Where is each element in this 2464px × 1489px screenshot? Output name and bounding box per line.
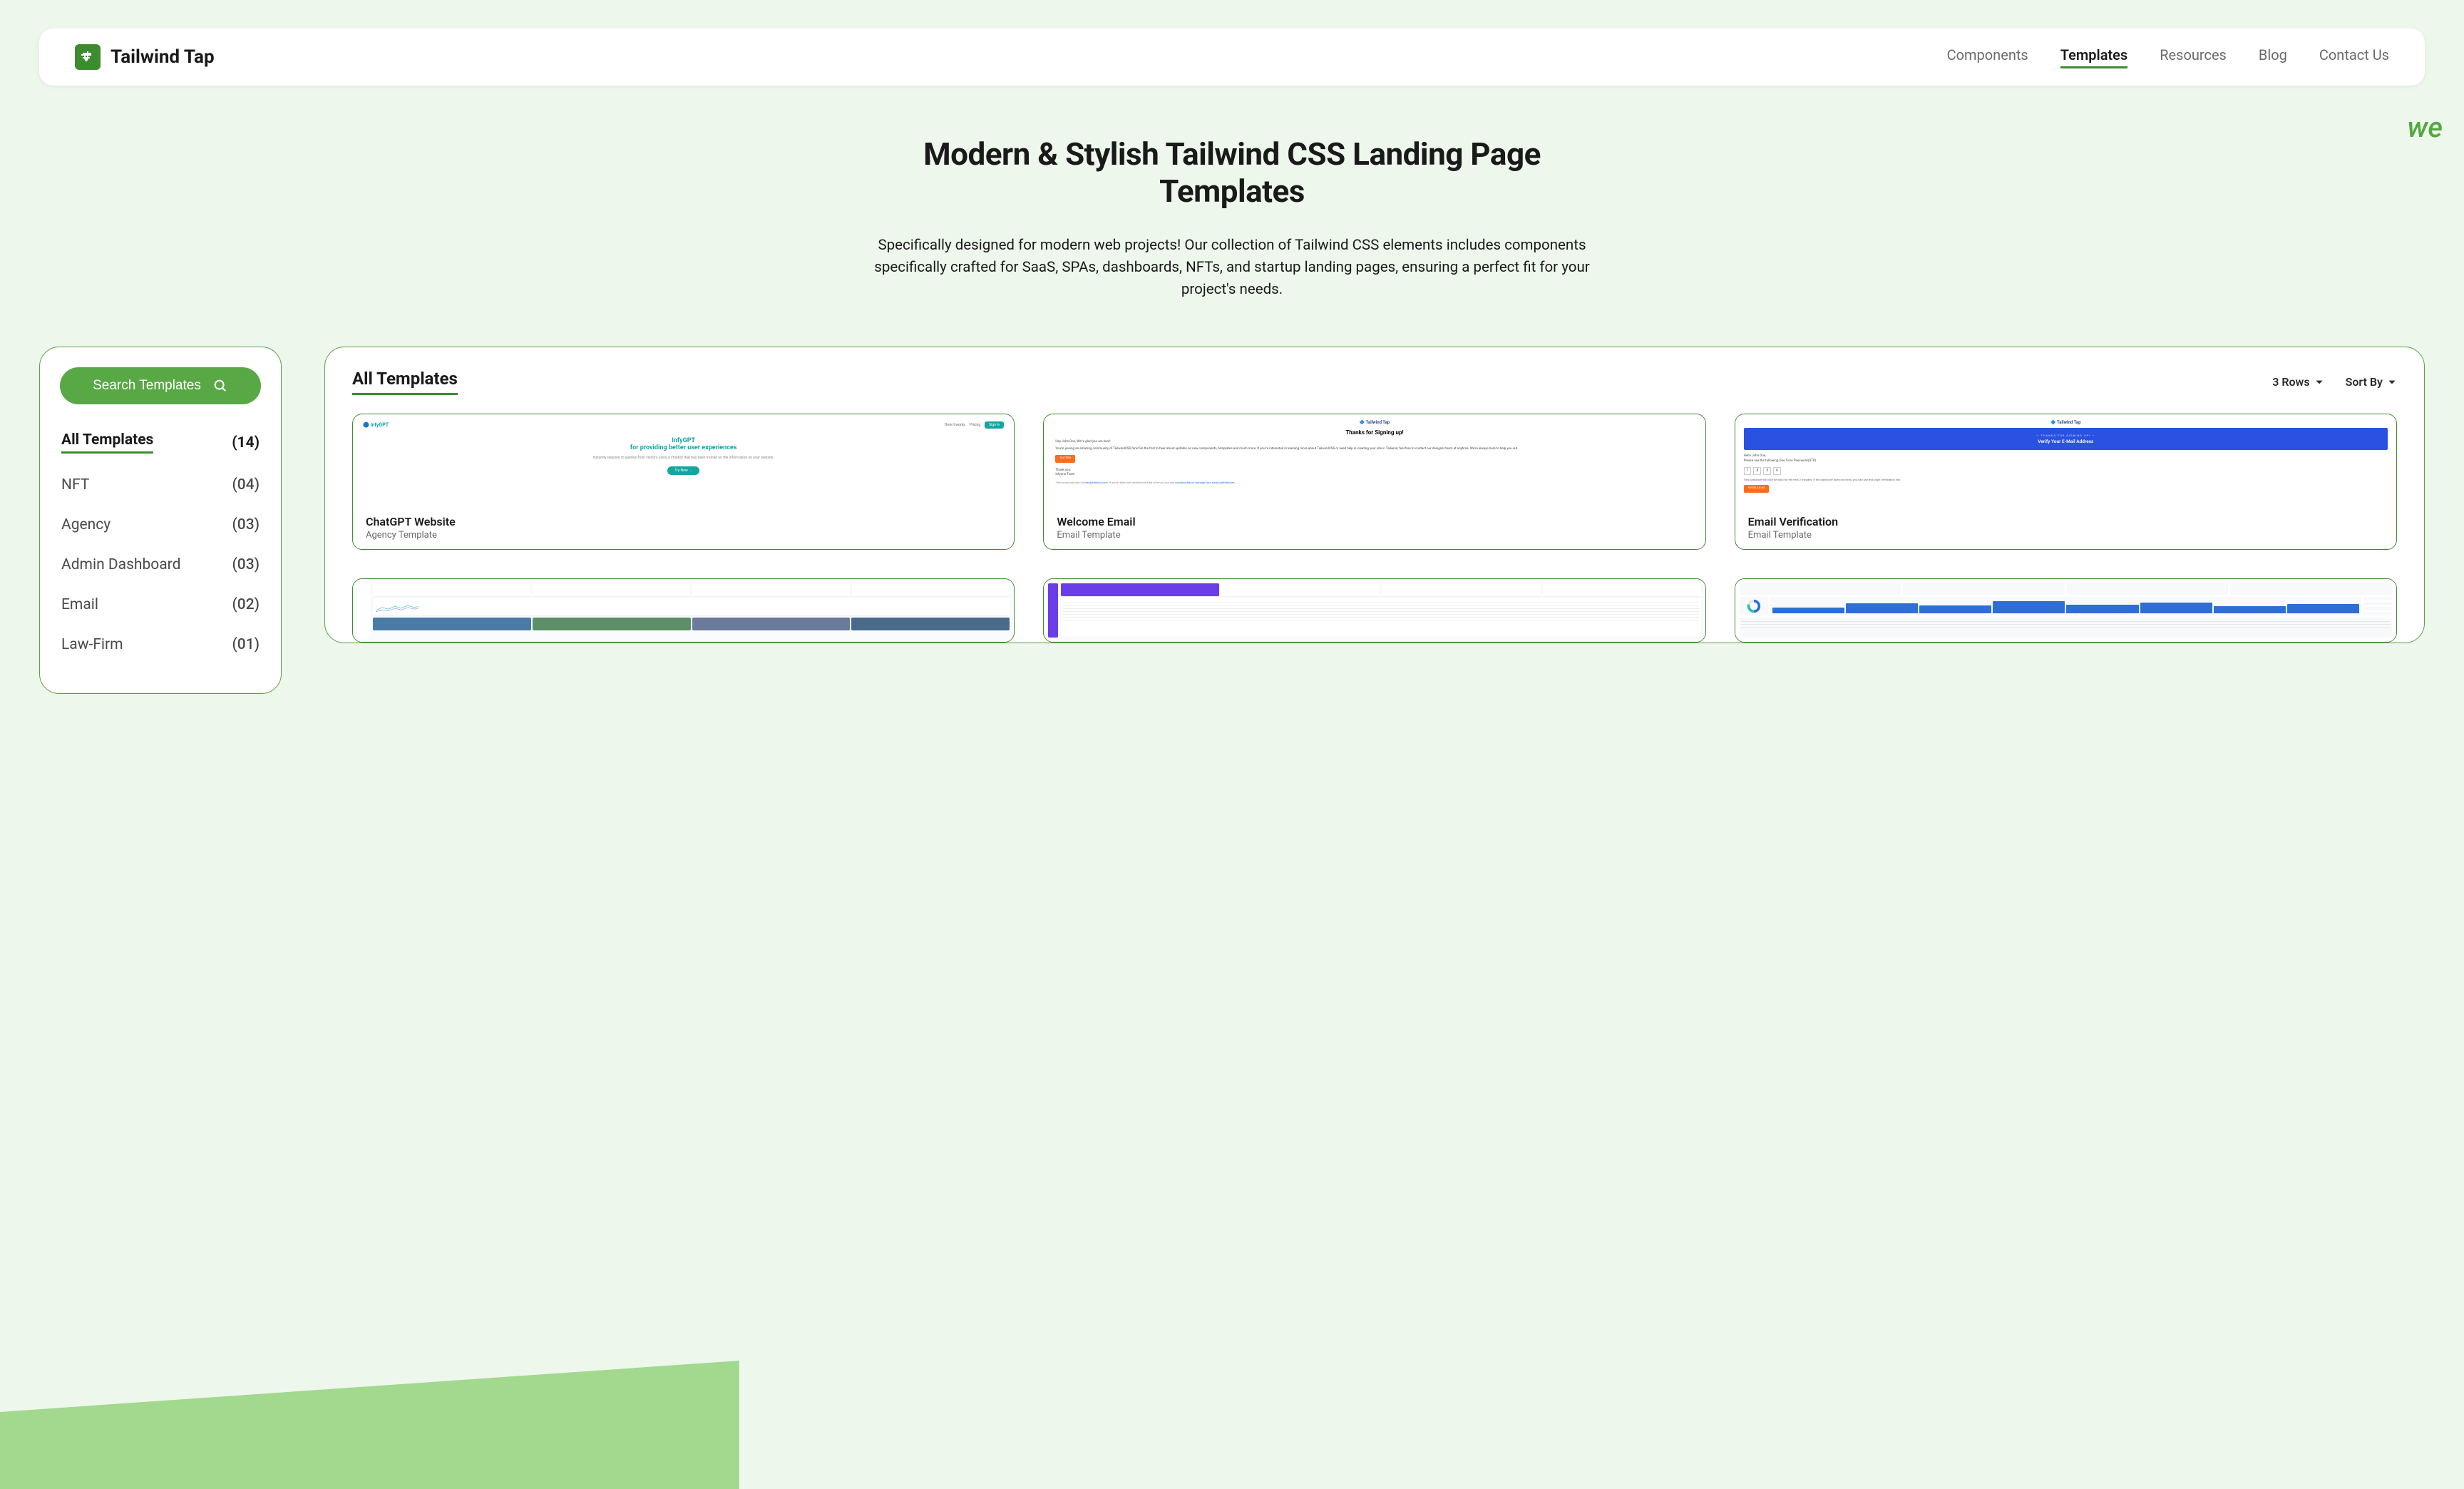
template-card[interactable]: 🔵 InfyGPT How it works Pricing Sign In I… [352,414,1015,550]
page-title: Modern & Stylish Tailwind CSS Landing Pa… [858,135,1606,210]
template-subtitle: Agency Template [366,530,1001,541]
category-agency[interactable]: Agency (03) [60,505,261,545]
chevron-down-icon [2314,377,2324,387]
category-email[interactable]: Email (02) [60,585,261,625]
template-grid: 🔵 InfyGPT How it works Pricing Sign In I… [352,414,2397,643]
category-law-firm[interactable]: Law-Firm (01) [60,625,261,665]
search-label: Search Templates [93,378,201,394]
nav-templates[interactable]: Templates [2060,46,2127,68]
nav-resources[interactable]: Resources [2160,46,2227,68]
nav-contact[interactable]: Contact Us [2319,46,2389,68]
category-nft[interactable]: NFT (04) [60,465,261,505]
panel-header: All Templates 3 Rows Sort By [352,369,2397,395]
chevron-down-icon [2387,377,2397,387]
template-preview: 🔷 Tailwind Tap — THANKS FOR SIGNING UP! … [1735,414,2396,508]
page-subtitle: Specifically designed for modern web pro… [858,235,1606,300]
search-button[interactable]: Search Templates [60,367,261,404]
template-preview: 🔷 Tailwind Tap Thanks for Signing up! He… [1044,414,1705,508]
template-card[interactable] [352,578,1015,643]
template-card[interactable] [1735,578,2397,643]
faucet-icon [75,44,101,70]
template-preview [1044,579,1705,642]
template-title: Email Verification [1748,515,2383,528]
template-subtitle: Email Template [1748,530,2383,541]
template-card[interactable]: 🔷 Tailwind Tap — THANKS FOR SIGNING UP! … [1735,414,2397,550]
nav-links: Components Templates Resources Blog Cont… [1947,46,2389,68]
panel-controls: 3 Rows Sort By [2272,375,2397,389]
logo[interactable]: Tailwind Tap [75,44,215,70]
decorative-text: we [2407,111,2443,144]
template-preview: 🔵 InfyGPT How it works Pricing Sign In I… [353,414,1014,508]
template-title: ChatGPT Website [366,515,1001,528]
navbar: Tailwind Tap Components Templates Resour… [39,29,2425,86]
template-subtitle: Email Template [1057,530,1692,541]
sort-selector[interactable]: Sort By [2346,375,2397,389]
category-all[interactable]: All Templates (14) [60,420,261,465]
template-card[interactable]: 🔷 Tailwind Tap Thanks for Signing up! He… [1043,414,1705,550]
sidebar: Search Templates All Templates (14) NFT … [39,347,282,694]
content: Search Templates All Templates (14) NFT … [39,347,2425,694]
nav-blog[interactable]: Blog [2259,46,2287,68]
category-list: All Templates (14) NFT (04) Agency (03) … [60,420,261,665]
rows-selector[interactable]: 3 Rows [2272,375,2324,389]
background-shape [0,1361,2464,1489]
template-preview [1735,579,2396,642]
template-title: Welcome Email [1057,515,1692,528]
nav-components[interactable]: Components [1947,46,2028,68]
brand-name: Tailwind Tap [111,46,215,68]
search-icon [212,378,228,394]
panel-title: All Templates [352,369,458,395]
hero: Modern & Stylish Tailwind CSS Landing Pa… [858,135,1606,300]
main-panel: All Templates 3 Rows Sort By 🔵 InfyGPT [324,347,2425,643]
template-preview [353,579,1014,642]
category-admin-dashboard[interactable]: Admin Dashboard (03) [60,545,261,585]
template-card[interactable] [1043,578,1705,643]
